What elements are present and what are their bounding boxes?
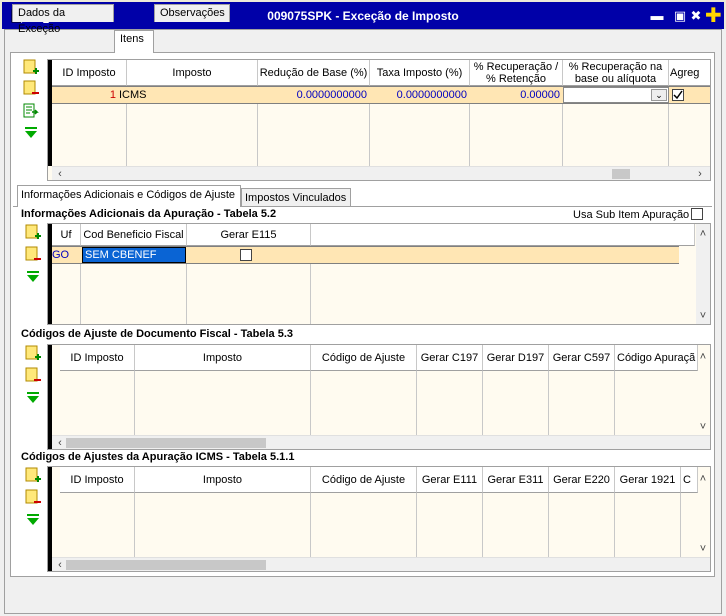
section-title-info: Informações Adicionais da Apuração - Tab…: [21, 208, 277, 220]
col-header-id-imposto[interactable]: ID Imposto: [60, 467, 135, 493]
export-icon[interactable]: [23, 103, 39, 119]
table-row[interactable]: GO SEM CBENEF: [52, 246, 679, 264]
section-title-doc: Códigos de Ajuste de Documento Fiscal - …: [21, 328, 293, 340]
tab-observacoes[interactable]: Observações: [154, 4, 230, 22]
col-header-gerar-e311[interactable]: Gerar E311: [483, 467, 549, 493]
cell-uf[interactable]: GO: [52, 247, 80, 263]
tab-itens[interactable]: Itens: [114, 30, 154, 53]
move-down-icon[interactable]: [25, 512, 41, 528]
move-down-icon[interactable]: [25, 269, 41, 285]
col-header-codigo-apuracao[interactable]: Código Apuraçã: [615, 345, 698, 371]
vertical-scrollbar[interactable]: ˄ ˅: [696, 345, 710, 435]
scroll-right-icon[interactable]: ›: [694, 168, 706, 180]
col-header-gerar-e111[interactable]: Gerar E111: [417, 467, 483, 493]
col-header-gerar-e115[interactable]: Gerar E115: [187, 224, 311, 246]
col-header-agreg[interactable]: Agreg: [669, 60, 710, 86]
scrollbar-thumb[interactable]: [66, 560, 266, 570]
maximize-icon[interactable]: ▣: [672, 8, 688, 24]
col-header-id-imposto[interactable]: ID Imposto: [52, 60, 127, 86]
col-header-reducao-base[interactable]: Redução de Base (%): [258, 60, 370, 86]
col-header-gerar-c597[interactable]: Gerar C597: [549, 345, 615, 371]
usa-sub-item-label: Usa Sub Item Apuração: [573, 209, 690, 221]
scroll-up-icon[interactable]: ˄: [697, 228, 709, 240]
delete-row-icon[interactable]: [23, 80, 39, 96]
move-down-icon[interactable]: [25, 390, 41, 406]
minimize-icon[interactable]: ▬: [649, 8, 665, 24]
move-down-icon[interactable]: [23, 125, 39, 141]
col-header-gerar-e220[interactable]: Gerar E220: [549, 467, 615, 493]
usa-sub-item-checkbox[interactable]: [691, 208, 703, 220]
grid-gutter: [48, 345, 52, 449]
col-header-gerar-1921[interactable]: Gerar 1921: [615, 467, 681, 493]
scroll-down-icon[interactable]: ˅: [697, 421, 709, 433]
close-icon[interactable]: ✖: [688, 8, 704, 24]
scroll-up-icon[interactable]: ˄: [697, 473, 709, 485]
items-grid: ID Imposto Imposto Redução de Base (%) T…: [47, 59, 711, 181]
scroll-left-icon[interactable]: ‹: [54, 559, 66, 571]
add-row-icon[interactable]: [25, 345, 41, 361]
doc-grid: ID Imposto Imposto Código de Ajuste Gera…: [47, 344, 711, 450]
horizontal-scrollbar[interactable]: ‹: [52, 557, 710, 571]
subtab-impostos-vinculados[interactable]: Impostos Vinculados: [241, 188, 351, 207]
col-header-imposto[interactable]: Imposto: [135, 345, 311, 371]
delete-row-icon[interactable]: [25, 246, 41, 262]
gerar-e115-checkbox[interactable]: [240, 249, 252, 261]
cell-id-imposto[interactable]: 1: [52, 87, 118, 103]
table-row[interactable]: 1 ICMS 0.0000000000 0.0000000000 0.00000…: [52, 86, 710, 104]
col-header-id-imposto[interactable]: ID Imposto: [60, 345, 135, 371]
cell-imposto[interactable]: ICMS: [119, 87, 249, 103]
cell-recuperacao[interactable]: 0.00000: [470, 87, 562, 103]
scroll-up-icon[interactable]: ˄: [697, 351, 709, 363]
col-header-base-aliquota[interactable]: % Recuperação na base ou alíquota: [563, 60, 669, 86]
col-header-empty: [311, 224, 695, 246]
itens-panel: ID Imposto Imposto Redução de Base (%) T…: [10, 52, 715, 577]
add-row-icon[interactable]: [23, 59, 39, 75]
add-row-icon[interactable]: [25, 224, 41, 240]
horizontal-scrollbar[interactable]: ‹: [52, 435, 710, 449]
add-icon[interactable]: ✚: [705, 6, 722, 26]
horizontal-scrollbar[interactable]: ‹ ›: [52, 166, 710, 180]
scroll-left-icon[interactable]: ‹: [54, 437, 66, 449]
icms-grid: ID Imposto Imposto Código de Ajuste Gera…: [47, 466, 711, 572]
col-header-gerar-c197[interactable]: Gerar C197: [417, 345, 483, 371]
scrollbar-thumb[interactable]: [612, 169, 630, 179]
col-header-codigo-ajuste[interactable]: Código de Ajuste: [311, 345, 417, 371]
cod-beneficio-input[interactable]: SEM CBENEF: [82, 247, 186, 263]
info-grid: Uf Cod Beneficio Fiscal Gerar E115 GO SE…: [47, 223, 711, 325]
delete-row-icon[interactable]: [25, 367, 41, 383]
cell-taxa[interactable]: 0.0000000000: [370, 87, 469, 103]
chevron-down-icon[interactable]: ⌄: [651, 89, 667, 101]
vertical-scrollbar[interactable]: ˄ ˅: [696, 224, 710, 324]
scroll-left-icon[interactable]: ‹: [54, 168, 66, 180]
tab-dados-excecao[interactable]: Dados da Exceção: [12, 4, 114, 35]
scroll-down-icon[interactable]: ˅: [697, 543, 709, 555]
base-aliquota-dropdown[interactable]: ⌄: [563, 87, 669, 103]
col-header-gerar-d197[interactable]: Gerar D197: [483, 345, 549, 371]
cell-reducao[interactable]: 0.0000000000: [258, 87, 369, 103]
col-header-codigo-ajuste[interactable]: Código de Ajuste: [311, 467, 417, 493]
agreg-checkbox[interactable]: [672, 89, 684, 101]
subtab-info-adicionais[interactable]: Informações Adicionais e Códigos de Ajus…: [17, 185, 241, 207]
col-header-imposto[interactable]: Imposto: [127, 60, 258, 86]
col-header-cod-beneficio[interactable]: Cod Beneficio Fiscal: [81, 224, 187, 246]
vertical-scrollbar[interactable]: ˄ ˅: [696, 467, 710, 557]
scroll-down-icon[interactable]: ˅: [697, 310, 709, 322]
scrollbar-thumb[interactable]: [66, 438, 266, 448]
col-header-recuperacao[interactable]: % Recuperação / % Retenção: [470, 60, 563, 86]
col-header-imposto[interactable]: Imposto: [135, 467, 311, 493]
section-title-icms: Códigos de Ajustes da Apuração ICMS - Ta…: [21, 451, 295, 463]
add-row-icon[interactable]: [25, 467, 41, 483]
delete-row-icon[interactable]: [25, 489, 41, 505]
grid-gutter: [48, 467, 52, 571]
col-header-taxa-imposto[interactable]: Taxa Imposto (%): [370, 60, 470, 86]
col-header-uf[interactable]: Uf: [52, 224, 81, 246]
